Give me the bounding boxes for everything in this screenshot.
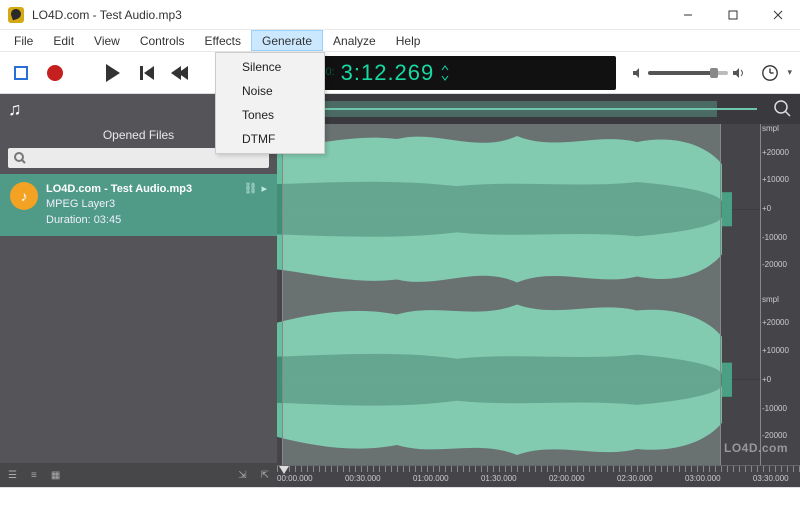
maximize-button[interactable] bbox=[710, 0, 755, 30]
titlebar: LO4D.com - Test Audio.mp3 bbox=[0, 0, 800, 30]
app-icon bbox=[8, 7, 24, 23]
window-controls bbox=[665, 0, 800, 30]
link-icon[interactable]: ⛓ bbox=[244, 182, 258, 195]
file-actions: ⛓ ▸ bbox=[244, 182, 268, 195]
clock-dropdown-icon[interactable]: ▾ bbox=[787, 67, 792, 78]
waveform-area: smpl +20000 +10000 +0 -10000 -20000 smpl… bbox=[277, 94, 800, 487]
menu-view[interactable]: View bbox=[84, 30, 130, 51]
menu-file[interactable]: File bbox=[4, 30, 43, 51]
dropdown-item-noise[interactable]: Noise bbox=[218, 79, 322, 103]
play-icon bbox=[106, 64, 120, 82]
generate-dropdown: Silence Noise Tones DTMF bbox=[215, 52, 325, 154]
rewind-icon bbox=[174, 66, 188, 80]
record-button[interactable] bbox=[42, 60, 68, 86]
play-file-icon[interactable]: ▸ bbox=[261, 182, 267, 195]
close-button[interactable] bbox=[755, 0, 800, 30]
view-compact-icon[interactable]: ≡ bbox=[31, 470, 37, 481]
menu-effects[interactable]: Effects bbox=[195, 30, 251, 51]
view-grid-icon[interactable]: ▦ bbox=[51, 470, 60, 481]
view-list-icon[interactable]: ☰ bbox=[8, 470, 17, 481]
file-meta: LO4D.com - Test Audio.mp3 MPEG Layer3 Du… bbox=[46, 182, 236, 228]
clock-icon[interactable] bbox=[761, 64, 779, 82]
amplitude-ruler: smpl +20000 +10000 +0 -10000 -20000 smpl… bbox=[760, 124, 800, 465]
menu-help[interactable]: Help bbox=[386, 30, 431, 51]
selection-region[interactable] bbox=[282, 124, 722, 465]
skip-start-button[interactable] bbox=[134, 60, 160, 86]
file-music-icon: ♪ bbox=[10, 182, 38, 210]
volume-control bbox=[632, 67, 746, 79]
file-item[interactable]: ♪ LO4D.com - Test Audio.mp3 MPEG Layer3 … bbox=[0, 174, 277, 236]
volume-min-icon bbox=[632, 67, 644, 79]
stop-icon bbox=[14, 66, 28, 80]
file-name: LO4D.com - Test Audio.mp3 bbox=[46, 182, 236, 197]
record-icon bbox=[47, 65, 63, 81]
statusbar bbox=[0, 487, 800, 505]
menu-edit[interactable]: Edit bbox=[43, 30, 84, 51]
magnify-icon[interactable] bbox=[774, 100, 792, 118]
rewind-button[interactable] bbox=[168, 60, 194, 86]
stop-button[interactable] bbox=[8, 60, 34, 86]
toolbar: 44.1 kHz stereo -0000: 3:12.269 ▾ bbox=[0, 52, 800, 94]
menu-generate[interactable]: Generate bbox=[251, 30, 323, 51]
menu-controls[interactable]: Controls bbox=[130, 30, 195, 51]
music-note-icon: ♫ bbox=[8, 99, 22, 120]
import-icon[interactable]: ⇲ bbox=[238, 470, 246, 481]
main-area: ♫ Opened Files ♪ LO4D.com - Test Audio.m… bbox=[0, 94, 800, 487]
play-button[interactable] bbox=[100, 60, 126, 86]
file-codec: MPEG Layer3 bbox=[46, 197, 236, 212]
time-readout: 3:12.269 bbox=[341, 60, 435, 86]
volume-max-icon bbox=[732, 67, 746, 79]
minimize-button[interactable] bbox=[665, 0, 710, 30]
export-icon[interactable]: ⇱ bbox=[261, 470, 269, 481]
overview-waveform bbox=[277, 97, 757, 121]
file-duration: Duration: 03:45 bbox=[46, 213, 236, 228]
dropdown-item-tones[interactable]: Tones bbox=[218, 103, 322, 127]
channels: smpl +20000 +10000 +0 -10000 -20000 smpl… bbox=[277, 124, 800, 465]
volume-slider[interactable] bbox=[648, 71, 728, 75]
watermark: LO4D.com bbox=[724, 441, 788, 455]
dropdown-item-silence[interactable]: Silence bbox=[218, 55, 322, 79]
overview-strip[interactable] bbox=[277, 94, 800, 124]
search-icon bbox=[14, 152, 26, 164]
display-controls[interactable] bbox=[440, 64, 450, 82]
ruler-unit: smpl bbox=[762, 124, 779, 133]
window-title: LO4D.com - Test Audio.mp3 bbox=[32, 8, 182, 22]
menubar: File Edit View Controls Effects Generate… bbox=[0, 30, 800, 52]
sidebar-footer: ☰ ≡ ▦ ⇲ ⇱ bbox=[0, 463, 277, 487]
menu-analyze[interactable]: Analyze bbox=[323, 30, 386, 51]
skip-start-icon bbox=[140, 66, 154, 80]
time-ruler[interactable]: 00:00.000 00:30.000 01:00.000 01:30.000 … bbox=[277, 465, 800, 487]
waveform-canvas[interactable] bbox=[277, 124, 760, 465]
dropdown-item-dtmf[interactable]: DTMF bbox=[218, 127, 322, 151]
